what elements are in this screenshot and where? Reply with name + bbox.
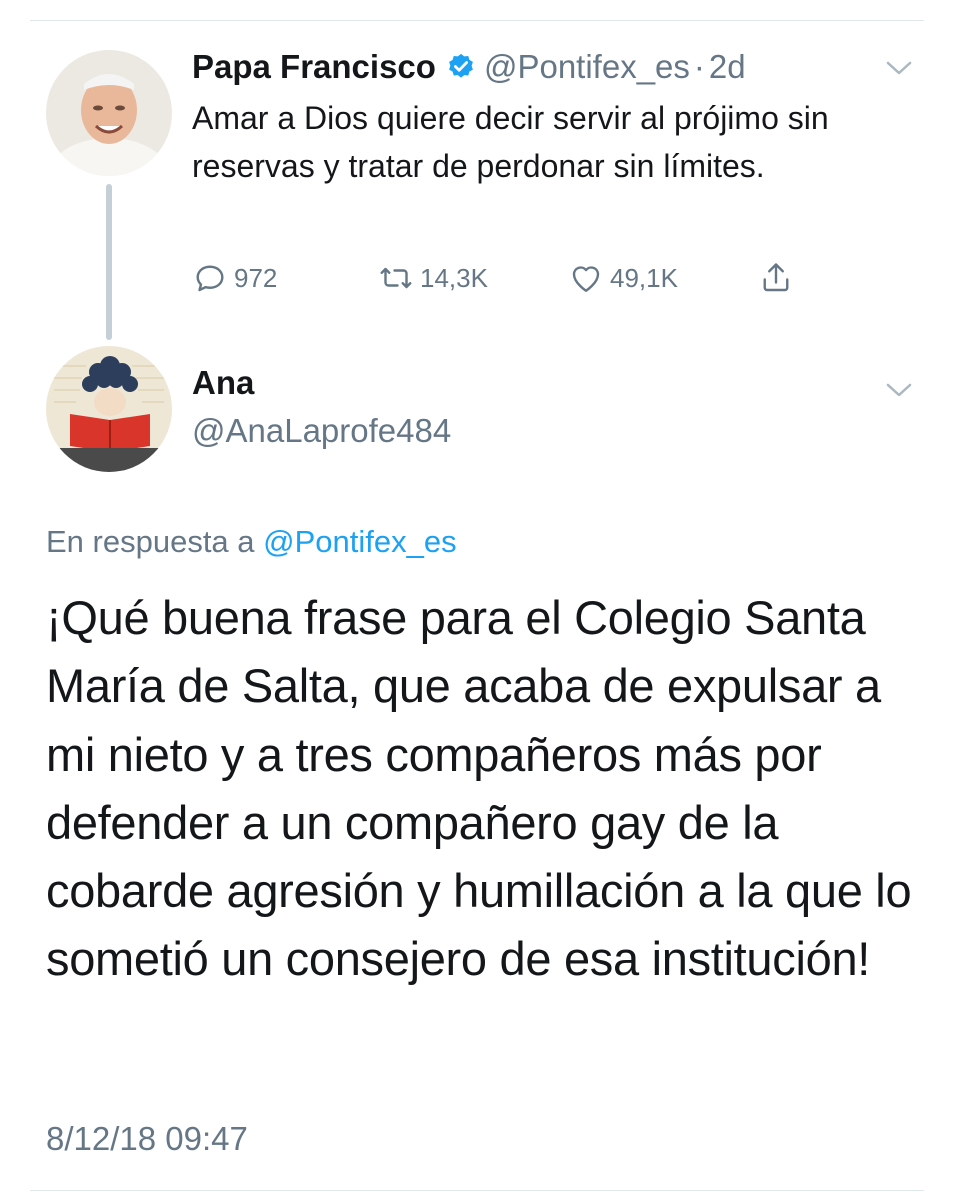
time-separator: · xyxy=(693,48,705,85)
reply-context: En respuesta a @Pontifex_es xyxy=(46,524,457,560)
like-button[interactable]: 49,1K xyxy=(568,256,678,300)
parent-tweet-text: Amar a Dios quiere decir servir al próji… xyxy=(192,100,829,184)
reply-display-name[interactable]: Ana xyxy=(192,364,254,402)
reply-count: 972 xyxy=(234,262,278,293)
reply-context-prefix: En respuesta a xyxy=(46,524,255,559)
pope-avatar[interactable] xyxy=(46,50,172,176)
retweet-icon xyxy=(380,267,412,289)
parent-header: Papa Francisco @Pontifex_es · 2d xyxy=(192,44,746,90)
reply-context-mention[interactable]: @Pontifex_es xyxy=(263,524,456,559)
chevron-down-icon[interactable] xyxy=(884,380,914,400)
reply-timestamp[interactable]: 8/12/18 09:47 xyxy=(46,1120,248,1158)
reply-button[interactable]: 972 xyxy=(192,256,277,300)
top-divider xyxy=(30,20,924,21)
like-icon xyxy=(572,266,600,292)
reply-handle[interactable]: @AnaLaprofe484 xyxy=(192,412,451,450)
reply-icon xyxy=(196,265,224,292)
retweet-button[interactable]: 14,3K xyxy=(378,256,488,300)
bottom-divider xyxy=(30,1190,924,1191)
parent-display-name[interactable]: Papa Francisco xyxy=(192,48,436,86)
share-icon xyxy=(763,263,789,292)
chevron-down-icon[interactable] xyxy=(884,58,914,78)
thread-connector xyxy=(106,184,112,340)
like-count: 49,1K xyxy=(610,262,678,293)
verified-badge-icon xyxy=(449,53,473,78)
share-button[interactable] xyxy=(758,256,800,300)
parent-handle[interactable]: @Pontifex_es xyxy=(484,48,690,86)
parent-action-bar: 972 14,3K 49,1K xyxy=(192,256,812,300)
ana-avatar[interactable] xyxy=(46,346,172,472)
retweet-count: 14,3K xyxy=(420,262,488,293)
parent-time[interactable]: 2d xyxy=(709,48,746,86)
reply-tweet-text: ¡Qué buena frase para el Colegio Santa M… xyxy=(46,591,912,986)
